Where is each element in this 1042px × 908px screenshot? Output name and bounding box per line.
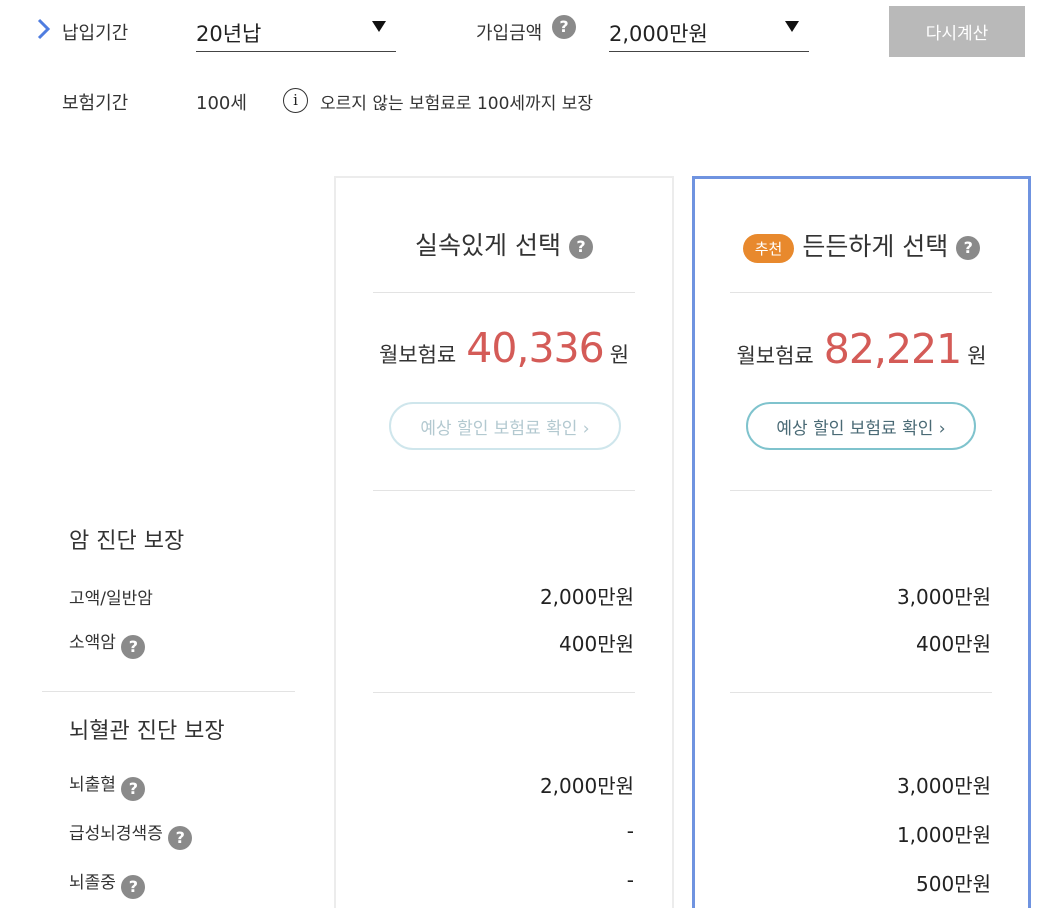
coverage-item: 뇌출혈 ? xyxy=(69,770,146,801)
help-icon[interactable]: ? xyxy=(121,635,146,659)
section-title-cancer: 암 진단 보장 xyxy=(69,529,185,554)
discount-check-button[interactable]: 예상 할인 보험료 확인 › xyxy=(389,402,621,450)
coverage-item-name: 고액/일반암 xyxy=(69,589,153,609)
plan2-value: 1,000만원 xyxy=(896,823,991,847)
coverage-amount-select[interactable]: 2,000만원 xyxy=(609,16,809,52)
caret-down-icon xyxy=(785,21,799,32)
coverage-item-name: 급성뇌경색증 xyxy=(69,824,163,844)
monthly-premium: 월보험료 40,336 원 xyxy=(336,324,672,372)
help-icon[interactable]: ? xyxy=(552,15,576,39)
coverage-item-name: 소액암 xyxy=(69,633,116,653)
section-title-cerebrovascular: 뇌혈관 진단 보장 xyxy=(69,719,225,744)
plan1-value: - xyxy=(626,868,634,892)
divider xyxy=(373,692,635,693)
insurance-period-label: 보험기간 xyxy=(62,93,129,114)
plan1-value: 2,000만원 xyxy=(539,585,634,609)
coverage-item: 급성뇌경색증 ? xyxy=(69,819,193,850)
divider xyxy=(730,490,992,491)
help-icon[interactable]: ? xyxy=(956,236,981,260)
coverage-item: 고액/일반암 xyxy=(69,584,153,609)
chevron-right-icon xyxy=(37,18,51,40)
plan-title-text: 실속있게 선택 xyxy=(415,231,561,260)
premium-unit: 원 xyxy=(609,343,630,367)
recalculate-button[interactable]: 다시계산 xyxy=(889,6,1025,57)
help-icon[interactable]: ? xyxy=(568,235,593,259)
caret-down-icon xyxy=(372,21,386,32)
recommended-badge: 추천 xyxy=(742,233,795,263)
divider xyxy=(42,691,295,692)
plan-title-text: 든든하게 선택 xyxy=(802,232,949,261)
help-icon[interactable]: ? xyxy=(121,875,146,899)
divider xyxy=(730,692,992,693)
insurance-period-note: 오르지 않는 보험료로 100세까지 보장 xyxy=(320,94,594,114)
coverage-item: 소액암 ? xyxy=(69,628,146,659)
coverage-amount-value: 2,000만원 xyxy=(609,22,708,46)
payment-period-select[interactable]: 20년납 xyxy=(196,16,396,52)
payment-period-value: 20년납 xyxy=(196,22,262,46)
premium-label: 월보험료 xyxy=(736,344,814,368)
divider xyxy=(730,292,992,293)
divider xyxy=(373,292,635,293)
discount-check-button[interactable]: 예상 할인 보험료 확인 › xyxy=(746,402,976,450)
help-icon[interactable]: ? xyxy=(168,826,193,850)
premium-amount: 82,221 xyxy=(823,325,962,373)
coverage-item-name: 뇌졸중 xyxy=(69,873,116,893)
info-icon: i xyxy=(283,88,308,113)
divider xyxy=(373,490,635,491)
help-icon[interactable]: ? xyxy=(121,777,146,801)
insurance-period-value: 100세 xyxy=(196,93,247,114)
plan-title: 추천 든든하게 선택 ? xyxy=(695,227,1028,263)
premium-unit: 원 xyxy=(967,344,987,368)
plan2-value: 500만원 xyxy=(916,872,991,896)
plan2-value: 3,000만원 xyxy=(896,774,991,798)
coverage-item: 뇌졸중 ? xyxy=(69,868,146,899)
premium-label: 월보험료 xyxy=(378,343,457,367)
payment-period-label: 납입기간 xyxy=(62,23,129,44)
plan-title: 실속있게 선택 ? xyxy=(336,226,672,262)
plan2-value: 3,000만원 xyxy=(896,585,991,609)
plan1-value: 400만원 xyxy=(559,632,634,656)
plan1-value: 2,000만원 xyxy=(539,774,634,798)
coverage-item-name: 뇌출혈 xyxy=(69,775,116,795)
monthly-premium: 월보험료 82,221 원 xyxy=(695,325,1028,373)
premium-amount: 40,336 xyxy=(466,324,604,372)
coverage-amount-label: 가입금액 xyxy=(476,23,543,44)
plan2-value: 400만원 xyxy=(916,632,991,656)
plan1-value: - xyxy=(626,819,634,843)
